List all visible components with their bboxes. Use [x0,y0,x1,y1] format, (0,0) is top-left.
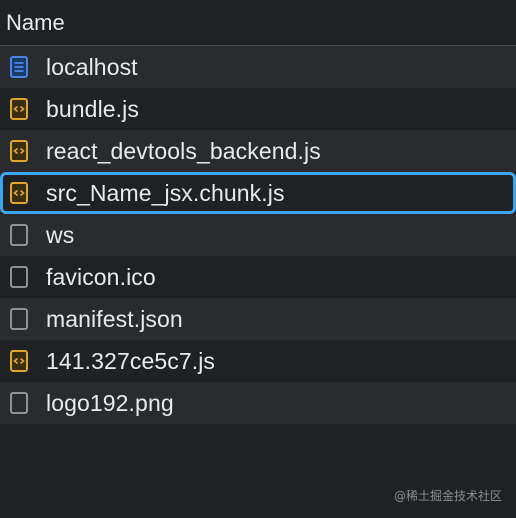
request-row-bundle-js[interactable]: bundle.js [0,88,516,130]
blank-file-icon [10,266,28,288]
blank-file-icon [10,392,28,414]
blank-file-icon [10,308,28,330]
request-row-ws[interactable]: ws [0,214,516,256]
watermark: @稀土掘金技术社区 [393,489,502,503]
request-name: bundle.js [46,95,139,122]
request-name: 141.327ce5c7.js [46,347,216,374]
blank-file-icon [10,224,28,246]
request-list: localhost bundle.js react_devtools_backe… [0,46,516,424]
request-name: react_devtools_backend.js [46,137,321,164]
network-request-panel: Name localhost bundle.js react_devtools_… [0,0,516,518]
request-row-localhost[interactable]: localhost [0,46,516,88]
request-name: ws [46,221,75,248]
request-row-logo192[interactable]: logo192.png [0,382,516,424]
script-icon [10,350,28,372]
script-icon [10,182,28,204]
request-name: favicon.ico [46,263,156,290]
column-title: Name [6,9,65,35]
script-icon [10,98,28,120]
request-row-favicon[interactable]: favicon.ico [0,256,516,298]
request-row-141-js[interactable]: 141.327ce5c7.js [0,340,516,382]
request-row-manifest[interactable]: manifest.json [0,298,516,340]
request-row-src-name-jsx-chunk[interactable]: src_Name_jsx.chunk.js [0,172,516,214]
name-column-header[interactable]: Name [0,0,516,46]
script-icon [10,140,28,162]
document-icon [10,56,28,78]
request-name: src_Name_jsx.chunk.js [46,179,285,206]
request-name: manifest.json [46,305,183,332]
request-name: logo192.png [46,389,174,416]
request-name: localhost [46,53,138,80]
request-row-react-devtools-backend[interactable]: react_devtools_backend.js [0,130,516,172]
